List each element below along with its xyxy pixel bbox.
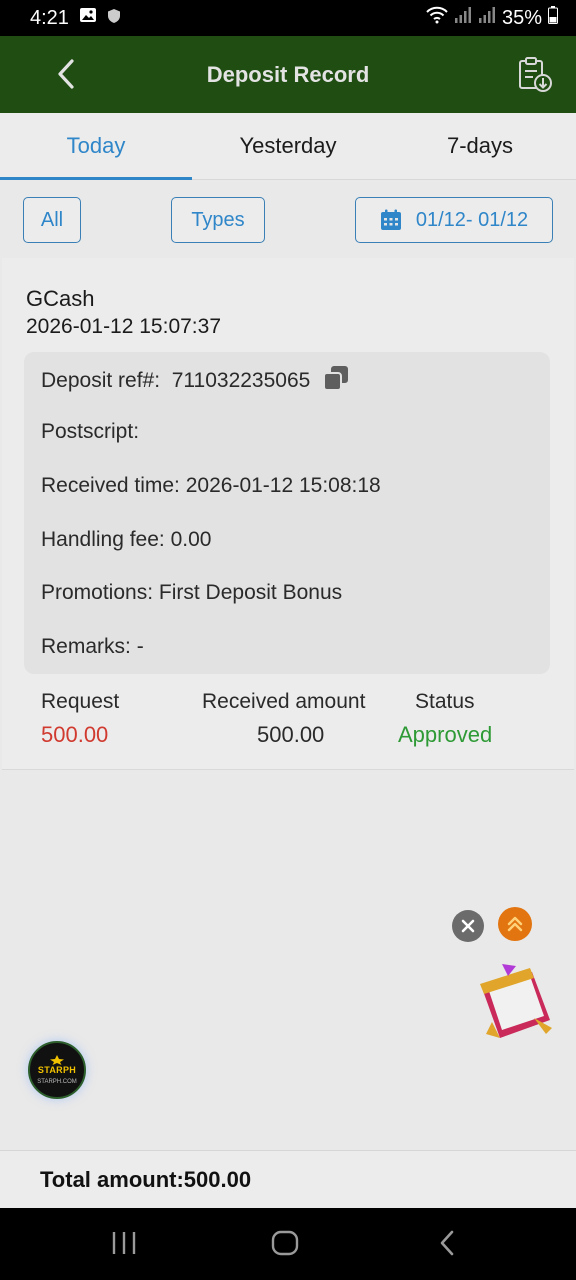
double-chevron-up-icon xyxy=(507,916,523,932)
request-label: Request xyxy=(41,690,120,713)
status-label: Status xyxy=(415,690,475,713)
received-time-label: Received time: xyxy=(41,474,180,497)
gift-box-promo[interactable] xyxy=(472,958,558,1044)
postscript-label: Postscript: xyxy=(41,420,140,443)
logo-brand: STARPH xyxy=(37,1065,77,1075)
page-title: Deposit Record xyxy=(206,61,370,87)
received-amount: 500.00 xyxy=(257,722,325,747)
payment-method: GCash xyxy=(26,286,95,311)
status-bar: 4:21 35% xyxy=(0,0,576,36)
app-header: Deposit Record xyxy=(0,36,576,113)
recent-apps-icon xyxy=(112,1232,136,1254)
star-icon xyxy=(50,1055,64,1065)
remarks-row: Remarks: - xyxy=(41,635,144,659)
all-filter-button[interactable]: All xyxy=(23,197,81,243)
calendar-icon xyxy=(380,209,401,230)
tab-today[interactable]: Today xyxy=(0,113,192,180)
home-icon xyxy=(271,1230,299,1256)
back-button[interactable] xyxy=(50,56,84,92)
request-amount: 500.00 xyxy=(41,722,109,747)
total-amount-label: Total amount: xyxy=(40,1166,184,1192)
deposit-ref-label: Deposit ref#: xyxy=(41,369,161,392)
recent-apps-button[interactable] xyxy=(110,1228,138,1263)
remarks-value: - xyxy=(136,635,144,658)
back-icon xyxy=(440,1230,454,1256)
close-promo-button[interactable] xyxy=(452,910,484,942)
deposit-ref-row: Deposit ref#: 711032235065 xyxy=(41,364,350,398)
promotions-label: Promotions: xyxy=(41,581,154,604)
home-button[interactable] xyxy=(270,1228,300,1263)
scroll-to-top-button[interactable] xyxy=(498,907,532,941)
status-badge: Approved xyxy=(398,722,493,747)
tab-7-days[interactable]: 7-days xyxy=(384,113,576,179)
system-nav-bar xyxy=(0,1208,576,1280)
battery-percent: 35% xyxy=(501,6,542,29)
total-amount-value: 500.00 xyxy=(183,1166,252,1192)
starph-logo-button[interactable]: STARPH STARPH.COM xyxy=(28,1041,86,1099)
status-time: 4:21 xyxy=(30,6,69,29)
chevron-left-icon xyxy=(58,59,74,89)
created-time: 2026-01-12 15:07:37 xyxy=(26,315,221,338)
postscript-row: Postscript: xyxy=(41,420,139,444)
date-tabs: Today Yesterday 7-days xyxy=(0,113,576,180)
shield-icon xyxy=(107,7,121,30)
copy-icon xyxy=(323,366,349,391)
received-amount-label: Received amount xyxy=(202,690,366,713)
deposit-ref-value: 711032235065 xyxy=(171,369,311,392)
date-range-button[interactable]: 01/12- 01/12 xyxy=(355,197,553,243)
export-records-button[interactable] xyxy=(516,56,554,94)
image-notification-icon xyxy=(79,6,97,30)
deposit-record-card[interactable]: GCash 2026-01-12 15:07:37 Deposit ref#: … xyxy=(2,258,574,770)
tab-yesterday[interactable]: Yesterday xyxy=(192,113,384,179)
handling-fee-row: Handling fee: 0.00 xyxy=(41,528,211,552)
total-amount-bar: Total amount: 500.00 xyxy=(0,1150,576,1208)
remarks-label: Remarks: xyxy=(41,635,131,658)
wifi-icon xyxy=(426,6,448,30)
record-details: Deposit ref#: 711032235065 Postscript: R… xyxy=(24,352,550,674)
received-time-row: Received time: 2026-01-12 15:08:18 xyxy=(41,474,381,498)
handling-fee-label: Handling fee: xyxy=(41,528,165,551)
promotions-value: First Deposit Bonus xyxy=(158,581,343,604)
gift-box-icon xyxy=(480,964,552,1038)
handling-fee-value: 0.00 xyxy=(170,528,212,551)
close-icon xyxy=(461,919,475,933)
copy-ref-button[interactable] xyxy=(322,364,350,398)
date-range-label: 01/12- 01/12 xyxy=(415,208,529,231)
signal-icon xyxy=(454,6,472,30)
signal-icon xyxy=(478,6,496,30)
promotions-row: Promotions: First Deposit Bonus xyxy=(41,581,342,605)
system-back-button[interactable] xyxy=(436,1228,458,1263)
filter-bar: All Types 01/12- 01/12 xyxy=(0,180,576,258)
clipboard-download-icon xyxy=(519,57,552,92)
types-filter-button[interactable]: Types xyxy=(171,197,265,243)
logo-url: STARPH.COM xyxy=(37,1079,77,1085)
received-time-value: 2026-01-12 15:08:18 xyxy=(185,474,381,497)
battery-icon xyxy=(548,6,558,30)
